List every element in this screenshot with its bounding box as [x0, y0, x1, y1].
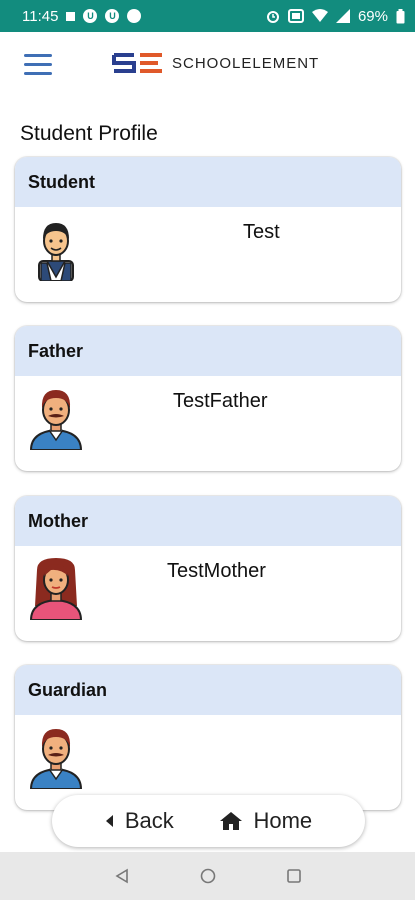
caret-left-icon: [105, 815, 113, 827]
mother-avatar-icon: [29, 558, 83, 620]
battery-percent: 69%: [357, 7, 388, 25]
recents-square-icon[interactable]: [286, 868, 302, 884]
signal-icon: [335, 9, 350, 23]
system-nav-bar: [0, 852, 415, 900]
card-header: Student: [15, 157, 401, 207]
father-card[interactable]: Father TestFather: [15, 326, 401, 471]
alarm-icon: [266, 11, 279, 23]
home-label: Home: [253, 808, 313, 833]
father-avatar-icon: [29, 390, 83, 450]
app-bar: SCHOOLELEMENT: [0, 32, 415, 100]
status-bar: 11:45 U U 69%: [0, 0, 415, 32]
status-time: 11:45: [22, 7, 59, 25]
home-button[interactable]: Home: [219, 808, 312, 834]
menu-icon[interactable]: [24, 54, 52, 78]
student-card[interactable]: Student Test: [15, 157, 401, 302]
card-header: Father: [15, 326, 401, 376]
brand-logo: SCHOOLELEMENT: [112, 52, 319, 74]
page-title: Student Profile: [20, 122, 158, 145]
battery-icon: [396, 8, 405, 23]
bottom-nav: Back Home: [52, 795, 365, 847]
back-button[interactable]: Back: [105, 808, 174, 834]
back-triangle-icon[interactable]: [114, 868, 130, 884]
guardian-avatar-icon: [29, 729, 83, 789]
app-notification-icon-2: U: [105, 9, 120, 23]
logo-mark-icon: [112, 53, 162, 73]
dot-notification-icon: [127, 9, 142, 23]
guardian-card[interactable]: Guardian: [15, 665, 401, 810]
father-name: TestFather: [173, 390, 268, 412]
notification-icon: [66, 11, 76, 21]
student-name: Test: [243, 221, 280, 243]
mother-name: TestMother: [167, 560, 266, 582]
student-avatar-icon: [38, 223, 74, 281]
nfc-icon: [287, 9, 304, 23]
card-header: Mother: [15, 496, 401, 546]
card-header: Guardian: [15, 665, 401, 715]
app-notification-icon: U: [83, 9, 98, 23]
back-label: Back: [124, 808, 174, 833]
mother-card[interactable]: Mother TestMother: [15, 496, 401, 641]
home-circle-icon[interactable]: [200, 868, 216, 884]
wifi-icon: [311, 9, 328, 22]
home-icon: [220, 812, 243, 830]
brand-name: SCHOOLELEMENT: [172, 54, 320, 72]
